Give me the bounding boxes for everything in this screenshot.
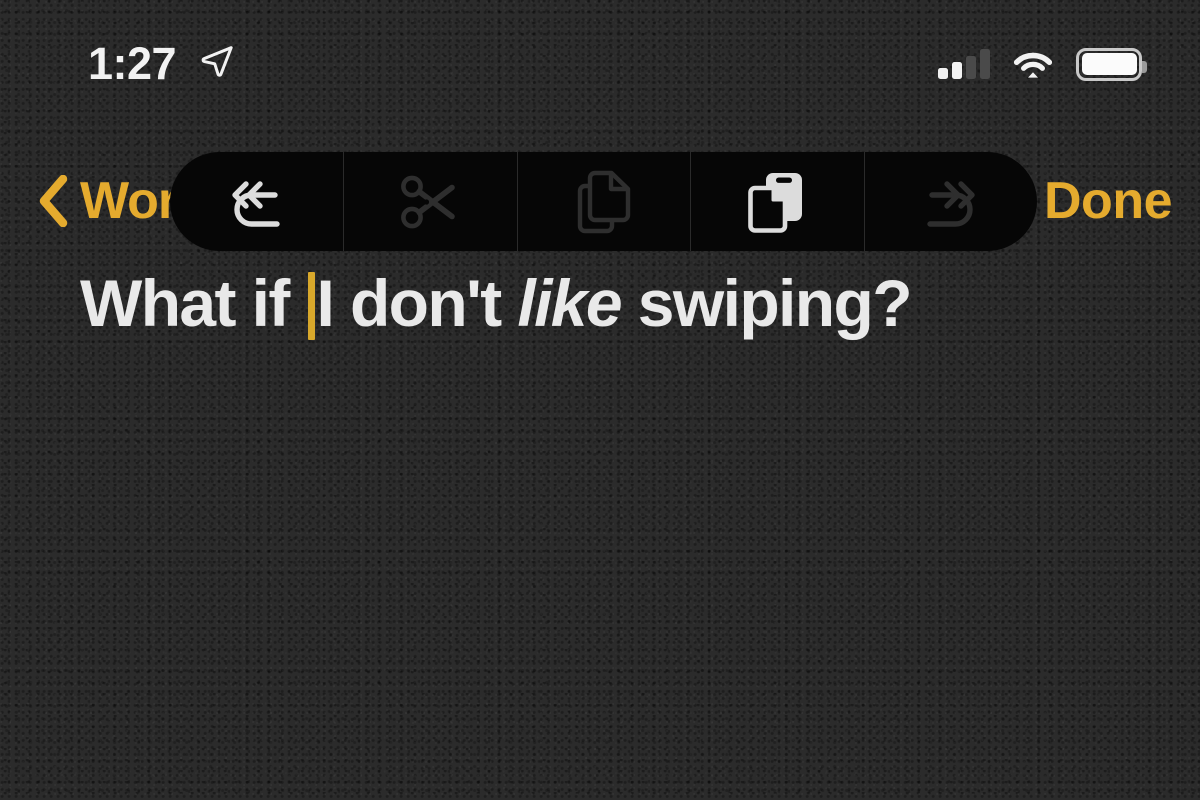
text-caret: [308, 272, 316, 340]
back-button[interactable]: Wor: [36, 152, 178, 250]
status-indicators: [938, 44, 1147, 84]
note-body[interactable]: What if I don't like swiping?: [0, 266, 1200, 340]
edit-toolbar: [170, 152, 1037, 251]
undo-icon: [232, 180, 280, 227]
note-text-before-caret: What if: [80, 266, 306, 340]
note-text-italic: like: [517, 266, 622, 340]
wifi-icon: [1013, 52, 1053, 78]
note-text-plain-2: swiping?: [621, 266, 913, 340]
note-text-plain-1: I don't: [316, 266, 518, 340]
status-bar: 1:27: [0, 0, 1200, 110]
note-text-line[interactable]: What if I don't like swiping?: [0, 266, 1200, 340]
redo-icon: [927, 180, 976, 227]
paste-button[interactable]: [690, 152, 863, 251]
undo-button[interactable]: [170, 152, 343, 251]
scissors-icon: [401, 175, 455, 228]
battery-icon: [1076, 47, 1147, 81]
phone-screen: 1:27 Wor Done What if I don't like swipi…: [0, 0, 1200, 800]
done-button[interactable]: Done: [1044, 152, 1173, 250]
cut-button[interactable]: [343, 152, 516, 251]
back-button-label: Wor: [80, 172, 178, 230]
status-time: 1:27: [88, 38, 177, 89]
location-arrow-icon: [201, 46, 233, 77]
paste-icon: [748, 172, 802, 233]
redo-button[interactable]: [863, 152, 1037, 251]
copy-icon: [577, 170, 630, 233]
cellular-signal-icon: [938, 49, 990, 79]
copy-button[interactable]: [516, 152, 690, 251]
chevron-left-icon: [39, 175, 68, 227]
done-button-label: Done: [1044, 172, 1173, 230]
